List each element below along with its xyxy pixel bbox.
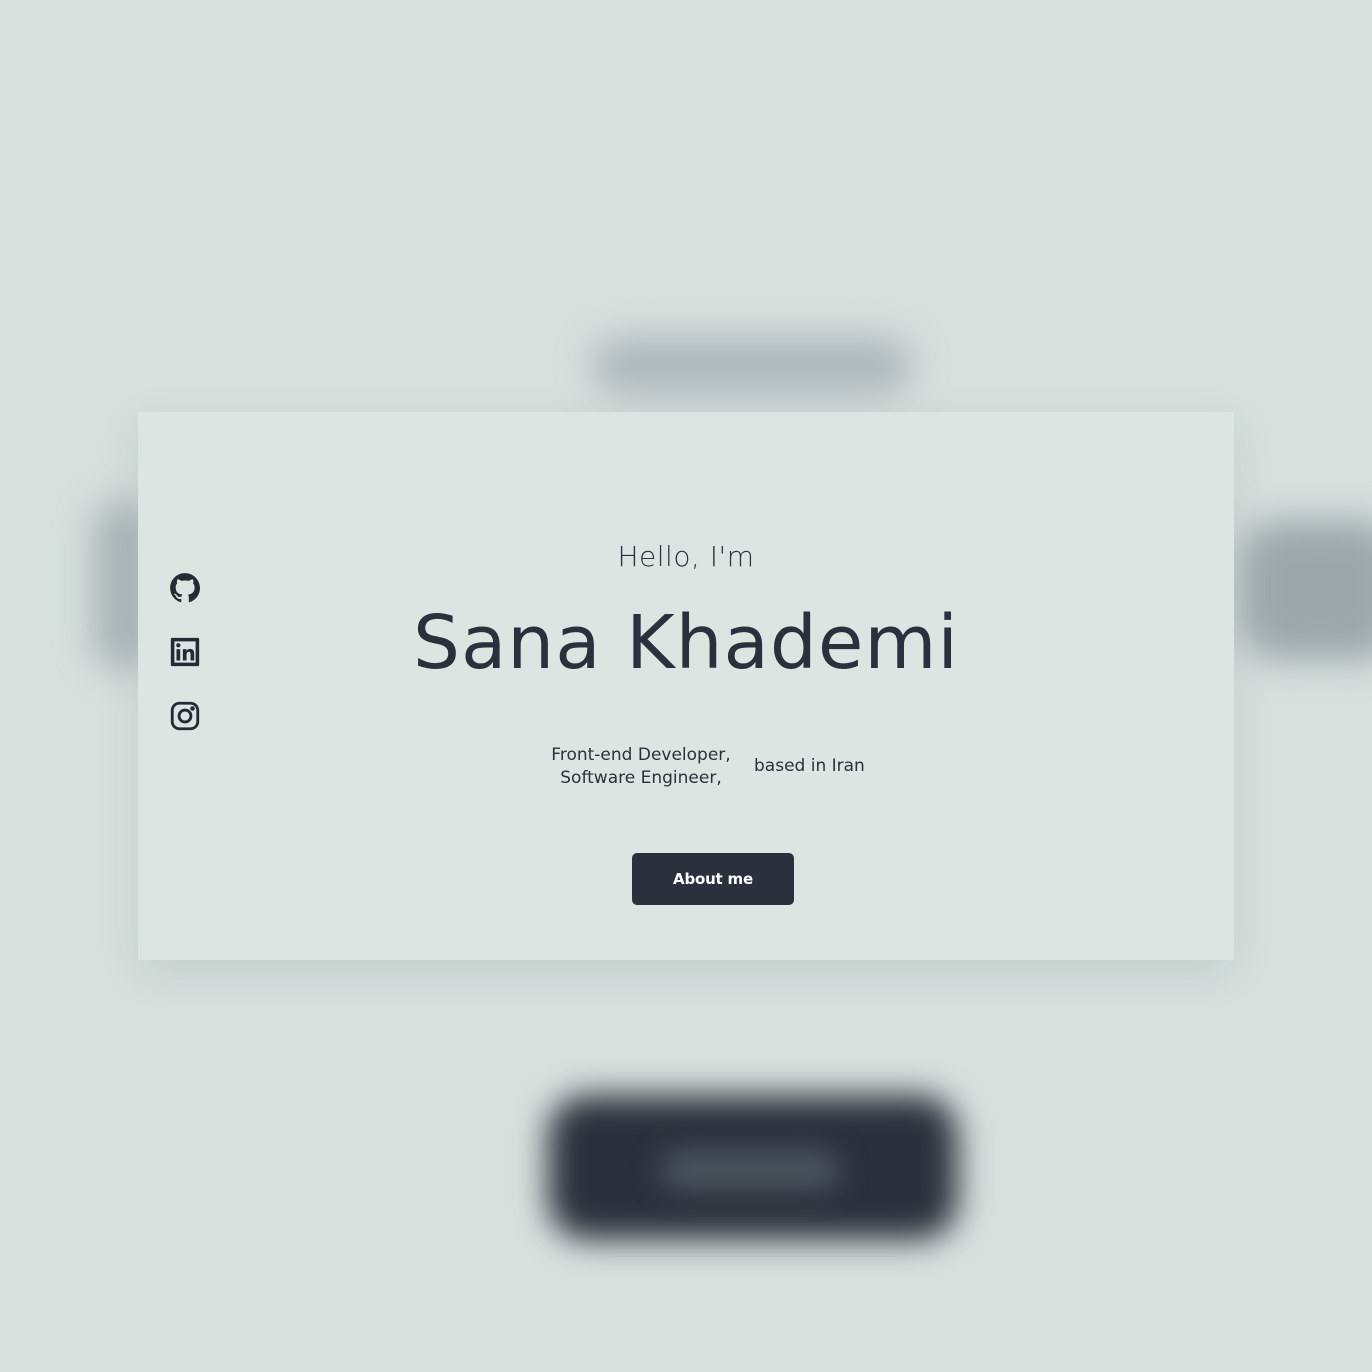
blurred-name-fragment	[1240, 520, 1372, 660]
role-item: Front-end Developer,	[551, 745, 731, 765]
about-me-button[interactable]: About me	[632, 853, 794, 905]
greeting: Hello, I'm	[617, 540, 755, 573]
location: based in Iran	[754, 756, 865, 776]
hero-card: Hello, I'm Sana Khademi Front-end Develo…	[138, 412, 1234, 960]
blurred-greeting	[592, 338, 912, 394]
instagram-link[interactable]	[168, 699, 202, 733]
instagram-icon	[170, 701, 200, 731]
roles: Front-end Developer, Software Engineer,	[548, 744, 734, 790]
page-title: Sana Khademi	[412, 600, 959, 686]
blurred-button-label	[660, 1150, 840, 1190]
role-item: Software Engineer,	[560, 768, 722, 788]
